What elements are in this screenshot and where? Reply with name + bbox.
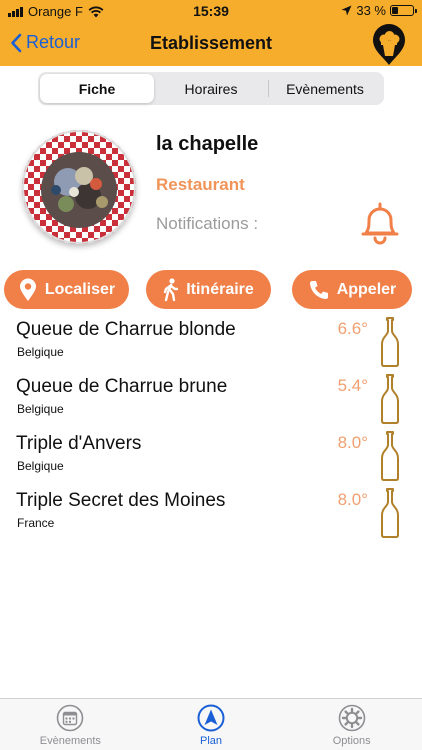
status-bar: Orange F 15:39 33 % <box>0 0 422 22</box>
beer-degree: 8.0° <box>337 433 368 452</box>
navigation-bar: Retour Etablissement <box>0 22 422 66</box>
notifications-label: Notifications : <box>156 214 259 233</box>
itineraire-label: Itinéraire <box>186 280 254 298</box>
map-pin-icon <box>18 278 38 302</box>
beer-degree: 8.0° <box>337 490 368 509</box>
beer-country: France <box>17 516 55 530</box>
beer-row[interactable]: Triple d'Anvers Belgique 8.0° <box>0 431 422 490</box>
navigation-arrow-icon <box>197 704 225 732</box>
battery-percent: 33 % <box>356 3 386 18</box>
tab-evenements[interactable]: Evènements <box>268 74 382 103</box>
beer-bottle-icon <box>381 317 399 367</box>
header-bar: Orange F 15:39 33 % Retour Etablissement <box>0 0 422 66</box>
beer-name: Queue de Charrue blonde <box>16 319 236 340</box>
beer-name: Queue de Charrue brune <box>16 376 228 397</box>
tab-horaires[interactable]: Horaires <box>154 74 268 103</box>
tab-bar-plan-label: Plan <box>199 735 223 747</box>
beer-row[interactable]: Triple Secret des Moines France 8.0° <box>0 488 422 547</box>
beer-name: Triple Secret des Moines <box>16 490 226 511</box>
beer-degree: 5.4° <box>337 376 368 395</box>
beer-row[interactable]: Queue de Charrue blonde Belgique 6.6° <box>0 317 422 376</box>
app-logo-icon[interactable] <box>370 24 408 66</box>
gear-icon <box>338 704 365 732</box>
beer-country: Belgique <box>17 459 64 473</box>
beer-bottle-icon <box>381 374 399 424</box>
tab-bar-evenements[interactable]: Evènements <box>0 699 141 750</box>
beer-degree: 6.6° <box>337 319 368 338</box>
tab-bar: Evènements Plan Options <box>0 698 422 750</box>
beer-bottle-icon <box>381 431 399 481</box>
walking-person-icon <box>163 277 179 302</box>
beer-country: Belgique <box>17 345 64 359</box>
segmented-control: Fiche Horaires Evènements <box>38 72 384 105</box>
appeler-button[interactable]: Appeler <box>292 270 412 309</box>
tab-fiche[interactable]: Fiche <box>40 74 154 103</box>
establishment-type: Restaurant <box>156 175 245 194</box>
calendar-icon <box>57 704 84 732</box>
appeler-label: Appeler <box>336 280 397 298</box>
tab-bar-options-label: Options <box>332 735 371 747</box>
bell-icon[interactable] <box>358 200 402 246</box>
beer-row[interactable]: Queue de Charrue brune Belgique 5.4° <box>0 374 422 433</box>
phone-icon <box>308 279 330 301</box>
establishment-logo <box>22 130 136 244</box>
tab-bar-evenements-label: Evènements <box>39 735 101 747</box>
beer-country: Belgique <box>17 402 64 416</box>
itineraire-button[interactable]: Itinéraire <box>146 270 271 309</box>
tab-bar-plan[interactable]: Plan <box>141 699 282 750</box>
localiser-button[interactable]: Localiser <box>4 270 129 309</box>
battery-icon <box>390 5 417 16</box>
tab-bar-options[interactable]: Options <box>281 699 422 750</box>
establishment-name: la chapelle <box>156 133 259 155</box>
page-title: Etablissement <box>149 33 273 53</box>
localiser-label: Localiser <box>44 280 116 298</box>
beer-bottle-icon <box>381 488 399 538</box>
location-arrow-icon <box>341 5 352 16</box>
beer-name: Triple d'Anvers <box>16 433 142 454</box>
